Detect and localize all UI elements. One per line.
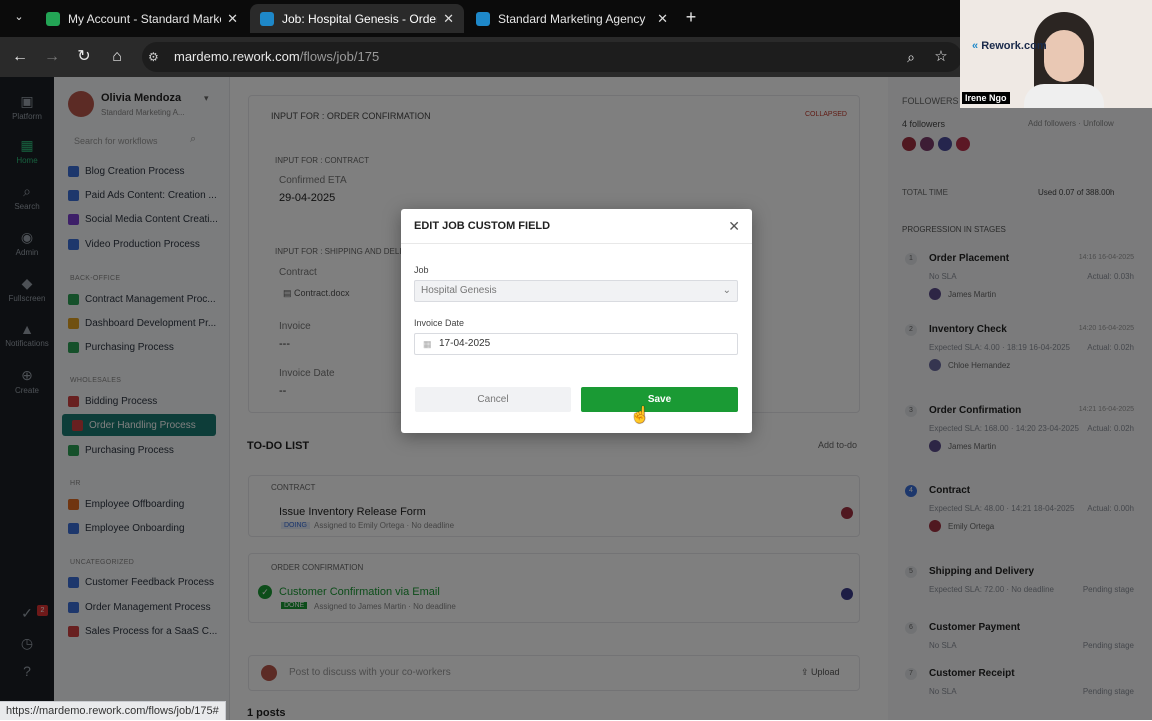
tab-title: Standard Marketing Agency — [498, 11, 646, 26]
forward-icon[interactable]: → — [41, 46, 63, 68]
save-button[interactable]: Save — [581, 387, 738, 412]
invoice-date-input[interactable]: ▦ 17-04-2025 — [414, 333, 738, 355]
job-select[interactable]: Hospital Genesis ⌄ — [414, 280, 738, 302]
calendar-icon: ▦ — [423, 339, 432, 349]
rework-logo: « Rework.com — [972, 40, 1047, 52]
presenter-shirt — [1024, 84, 1104, 108]
close-tab-icon[interactable]: ✕ — [657, 11, 668, 27]
dialog-title: EDIT JOB CUSTOM FIELD — [414, 220, 551, 232]
edit-custom-field-dialog: EDIT JOB CUSTOM FIELD ✕ Job Hospital Gen… — [401, 209, 752, 433]
close-tab-icon[interactable]: ✕ — [443, 11, 454, 27]
url-field[interactable]: ⚙ mardemo.rework.com/flows/job/175 — [142, 42, 962, 72]
tab-favicon-icon — [476, 11, 490, 26]
tab-favicon-icon — [260, 11, 274, 26]
tab-standard-marketing[interactable]: Standard Marketing Agency ✕ — [466, 4, 678, 33]
chevron-down-icon: ⌄ — [722, 285, 731, 296]
back-icon[interactable]: ← — [9, 46, 31, 68]
tab-title: Job: Hospital Genesis - Order H — [282, 11, 438, 26]
bookmark-star-icon[interactable]: ☆ — [930, 46, 952, 68]
close-icon[interactable]: ✕ — [728, 218, 740, 235]
presenter-name: Irene Ngo — [962, 92, 1010, 104]
job-label: Job — [414, 265, 429, 275]
tab-title: My Account - Standard Marketi — [68, 11, 222, 26]
presenter-face — [1044, 30, 1084, 82]
close-tab-icon[interactable]: ✕ — [227, 11, 238, 27]
site-info-icon[interactable]: ⚙ — [148, 42, 159, 72]
invoice-date-label: Invoice Date — [414, 318, 465, 328]
webcam-overlay: « Rework.com Irene Ngo — [960, 0, 1152, 108]
home-icon[interactable]: ⌂ — [106, 46, 128, 68]
tab-job-hospital-genesis[interactable]: Job: Hospital Genesis - Order H ✕ — [250, 4, 464, 33]
rework-logo-text: Rework.com — [981, 40, 1047, 52]
job-select-value: Hospital Genesis — [421, 285, 497, 296]
zoom-icon[interactable]: ⌕ — [900, 46, 922, 68]
cancel-button[interactable]: Cancel — [415, 387, 571, 412]
tab-search-icon[interactable]: ⌄ — [8, 6, 30, 28]
tab-favicon-icon — [46, 11, 60, 26]
url-host: mardemo.rework.com — [174, 49, 300, 64]
hand-cursor-icon: ☝ — [630, 407, 650, 424]
reload-icon[interactable]: ↻ — [73, 46, 95, 68]
tab-my-account[interactable]: My Account - Standard Marketi ✕ — [36, 4, 248, 33]
invoice-date-value: 17-04-2025 — [439, 338, 491, 349]
dialog-divider — [401, 243, 752, 244]
status-url-tooltip: https://mardemo.rework.com/flows/job/175… — [0, 701, 226, 720]
new-tab-icon[interactable]: + — [680, 6, 702, 28]
url-path: /flows/job/175 — [299, 49, 380, 64]
